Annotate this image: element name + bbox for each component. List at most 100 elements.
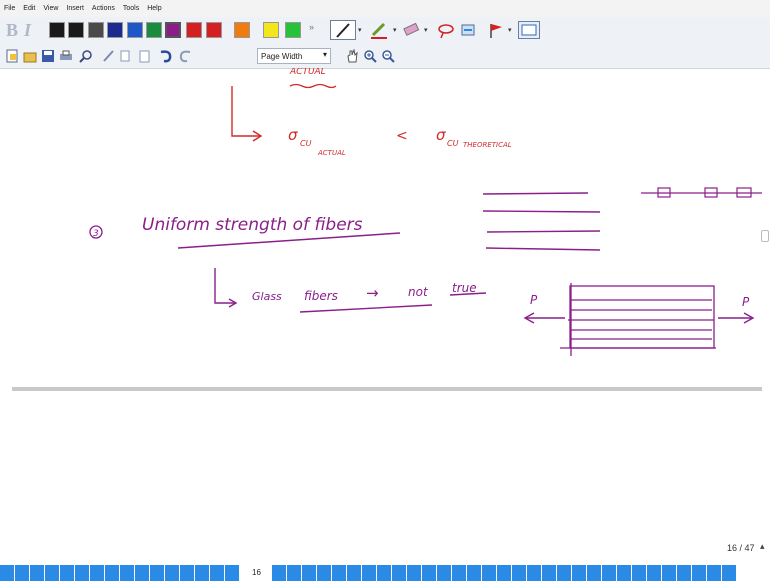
- flag-dropdown-icon[interactable]: ▾: [508, 26, 512, 34]
- page-thumbnail[interactable]: [647, 565, 662, 581]
- page-thumbnail[interactable]: [180, 565, 195, 581]
- menu-insert[interactable]: Insert: [62, 5, 88, 12]
- zoom-select[interactable]: Page Width ▾: [257, 48, 331, 64]
- page-thumbnail[interactable]: [225, 565, 240, 581]
- page-thumbnail[interactable]: [120, 565, 135, 581]
- eraser-button[interactable]: [402, 21, 422, 39]
- pen-tool-button[interactable]: [330, 20, 356, 40]
- page-thumbnail[interactable]: [75, 565, 90, 581]
- page-thumbnail[interactable]: [437, 565, 452, 581]
- page-thumbnail[interactable]: [362, 565, 377, 581]
- print-icon: [60, 50, 72, 60]
- page-thumbnail[interactable]: [0, 565, 15, 581]
- color-swatch-black-2[interactable]: [68, 22, 84, 38]
- zoom-in-button[interactable]: [362, 48, 378, 64]
- page-thumbnail[interactable]: [512, 565, 527, 581]
- menu-view[interactable]: View: [39, 5, 62, 12]
- whiteboard-canvas[interactable]: ACTUAL σ CU ACTUAL < σ CU THEORETICAL 3 …: [0, 68, 770, 563]
- print-button[interactable]: [58, 48, 74, 64]
- bold-button[interactable]: B: [6, 20, 22, 40]
- color-swatch-black[interactable]: [49, 22, 65, 38]
- new-page-button[interactable]: [4, 48, 20, 64]
- insert-space-button[interactable]: [458, 21, 478, 39]
- ink-subsub-theoretical: THEORETICAL: [463, 141, 512, 149]
- page-thumbnail[interactable]: [407, 565, 422, 581]
- page-thumbnail[interactable]: [572, 565, 587, 581]
- page-thumbnail[interactable]: [45, 565, 60, 581]
- highlighter-button[interactable]: [368, 20, 390, 40]
- pen-dropdown-icon[interactable]: ▾: [358, 26, 362, 34]
- page-thumbnail[interactable]: [707, 565, 722, 581]
- page-thumbnail[interactable]: [617, 565, 632, 581]
- page-thumbnail[interactable]: [30, 565, 45, 581]
- page-thumbnail[interactable]: [392, 565, 407, 581]
- page-thumbnail[interactable]: [467, 565, 482, 581]
- page-thumbnail[interactable]: [287, 565, 302, 581]
- page-thumbnail[interactable]: [422, 565, 437, 581]
- lasso-button[interactable]: [436, 21, 456, 39]
- page-thumbnail[interactable]: [15, 565, 30, 581]
- page-thumbnail[interactable]: [195, 565, 210, 581]
- current-page-thumbnail-number[interactable]: 16: [252, 568, 261, 577]
- page-thumbnail[interactable]: [150, 565, 165, 581]
- color-swatch-red[interactable]: [186, 22, 202, 38]
- page-thumbnail[interactable]: [317, 565, 332, 581]
- color-swatch-orange[interactable]: [234, 22, 250, 38]
- page-thumbnail[interactable]: [692, 565, 707, 581]
- page-thumbnail[interactable]: [377, 565, 392, 581]
- page-thumbnail[interactable]: [105, 565, 120, 581]
- page-thumbnail[interactable]: [482, 565, 497, 581]
- page-thumbnail[interactable]: [632, 565, 647, 581]
- menu-edit[interactable]: Edit: [19, 5, 39, 12]
- page-thumbnail[interactable]: [542, 565, 557, 581]
- scroll-up-icon[interactable]: ▴: [760, 541, 765, 552]
- zoom-out-button[interactable]: [380, 48, 396, 64]
- page-thumbnail[interactable]: [557, 565, 572, 581]
- page-thumbnail[interactable]: [677, 565, 692, 581]
- color-swatch-lime[interactable]: [285, 22, 301, 38]
- page-thumbnail[interactable]: [332, 565, 347, 581]
- color-swatch-navy[interactable]: [107, 22, 123, 38]
- eraser-dropdown-icon[interactable]: ▾: [424, 26, 428, 34]
- italic-button[interactable]: I: [24, 20, 38, 40]
- page-thumbnail[interactable]: [722, 565, 737, 581]
- page-thumbnail[interactable]: [497, 565, 512, 581]
- page-thumbnail[interactable]: [602, 565, 617, 581]
- page-thumbnail[interactable]: [587, 565, 602, 581]
- paste-button[interactable]: [136, 48, 152, 64]
- page-thumbnail[interactable]: [90, 565, 105, 581]
- copy-button[interactable]: [118, 48, 134, 64]
- side-handle[interactable]: [761, 230, 769, 242]
- color-swatch-blue[interactable]: [127, 22, 143, 38]
- color-swatch-red-2[interactable]: [206, 22, 222, 38]
- overflow-chevron-icon[interactable]: »: [309, 22, 314, 32]
- page-thumbnail[interactable]: [302, 565, 317, 581]
- page-thumbnail[interactable]: [210, 565, 225, 581]
- pen-button-2[interactable]: [100, 48, 116, 64]
- page-thumbnail[interactable]: [60, 565, 75, 581]
- menu-file[interactable]: File: [0, 5, 19, 12]
- page-thumbnail[interactable]: [272, 565, 287, 581]
- page-thumbnail[interactable]: [452, 565, 467, 581]
- page-thumbnail[interactable]: [347, 565, 362, 581]
- menu-help[interactable]: Help: [143, 5, 165, 12]
- color-swatch-gray[interactable]: [88, 22, 104, 38]
- pan-button[interactable]: [344, 48, 360, 64]
- flag-button[interactable]: [486, 21, 506, 39]
- menu-actions[interactable]: Actions: [88, 5, 119, 12]
- page-thumbnail[interactable]: [662, 565, 677, 581]
- find-button[interactable]: [78, 48, 94, 64]
- save-button[interactable]: [40, 48, 56, 64]
- select-button[interactable]: [518, 21, 540, 39]
- menu-tools[interactable]: Tools: [119, 5, 143, 12]
- page-thumbnail[interactable]: [527, 565, 542, 581]
- color-swatch-purple[interactable]: [165, 22, 181, 38]
- page-thumbnail[interactable]: [165, 565, 180, 581]
- undo-button[interactable]: [158, 48, 174, 64]
- page-thumbnail[interactable]: [135, 565, 150, 581]
- redo-button[interactable]: [178, 48, 194, 64]
- open-button[interactable]: [22, 48, 38, 64]
- highlighter-dropdown-icon[interactable]: ▾: [393, 26, 397, 34]
- color-swatch-yellow[interactable]: [263, 22, 279, 38]
- color-swatch-green[interactable]: [146, 22, 162, 38]
